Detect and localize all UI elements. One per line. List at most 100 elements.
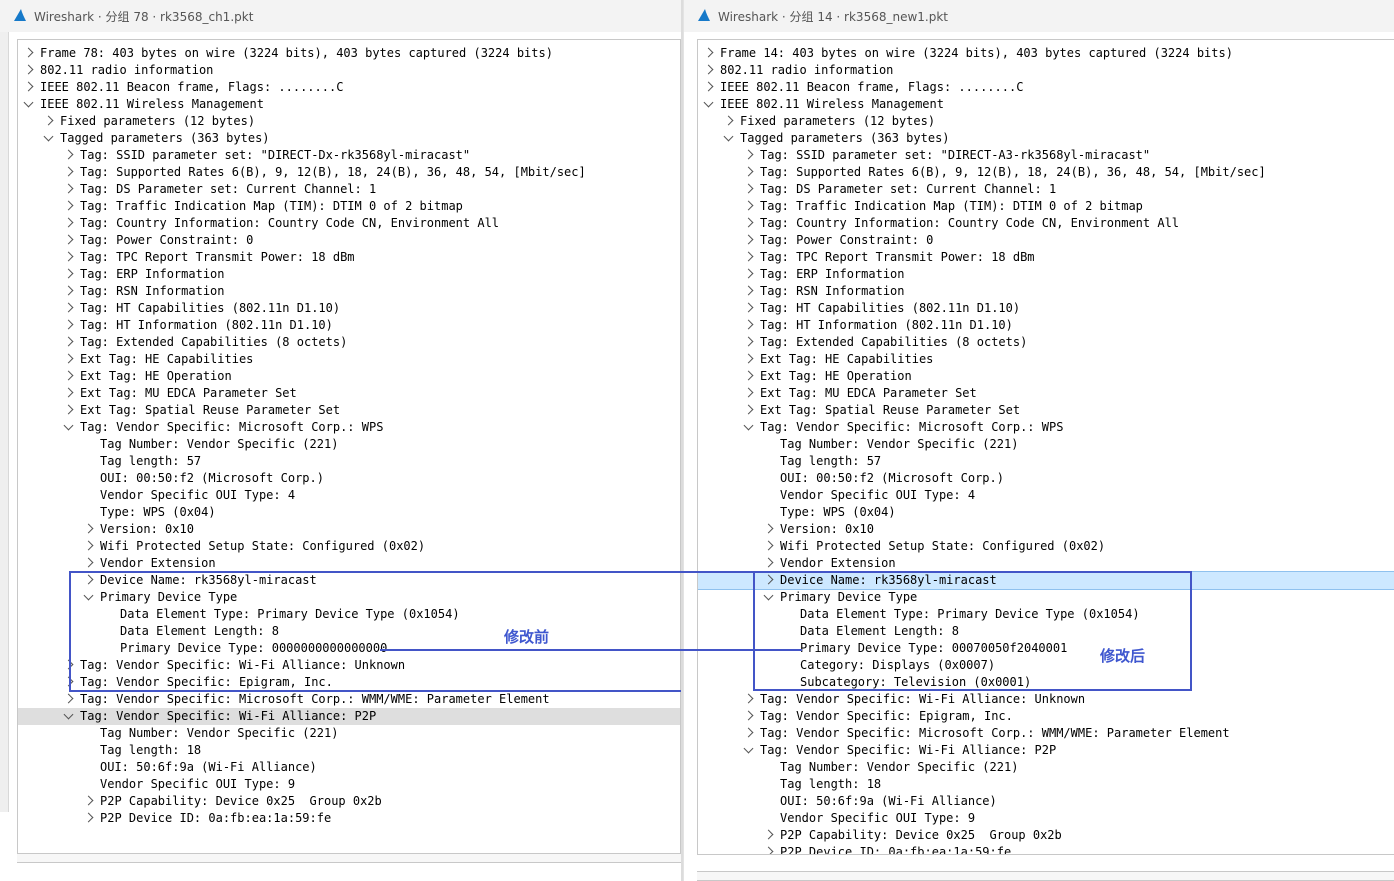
horizontal-scrollbar[interactable]	[17, 853, 681, 863]
tree-row[interactable]: Ext Tag: HE Capabilities	[698, 351, 1394, 368]
horizontal-scrollbar[interactable]	[697, 871, 1394, 881]
tree-row[interactable]: OUI: 50:6f:9a (Wi-Fi Alliance)	[18, 759, 680, 776]
tree-row[interactable]: OUI: 00:50:f2 (Microsoft Corp.)	[698, 470, 1394, 487]
chevron-right-icon[interactable]	[703, 81, 714, 92]
chevron-right-icon[interactable]	[763, 829, 774, 840]
chevron-right-icon[interactable]	[63, 234, 74, 245]
packet-details-tree[interactable]: Frame 78: 403 bytes on wire (3224 bits),…	[17, 39, 681, 855]
chevron-right-icon[interactable]	[63, 149, 74, 160]
tree-row[interactable]: Tag length: 57	[698, 453, 1394, 470]
tree-row[interactable]: Tag: Vendor Specific: Wi-Fi Alliance: Un…	[698, 691, 1394, 708]
chevron-right-icon[interactable]	[743, 404, 754, 415]
tree-row[interactable]: P2P Device ID: 0a:fb:ea:1a:59:fe	[698, 844, 1394, 854]
tree-row[interactable]: Tag: Vendor Specific: Microsoft Corp.: W…	[698, 419, 1394, 436]
chevron-right-icon[interactable]	[743, 353, 754, 364]
tree-row[interactable]: Ext Tag: MU EDCA Parameter Set	[18, 385, 680, 402]
tree-row[interactable]: Tag Number: Vendor Specific (221)	[698, 759, 1394, 776]
tree-row[interactable]: Tag: DS Parameter set: Current Channel: …	[698, 181, 1394, 198]
tree-row[interactable]: Tag: ERP Information	[18, 266, 680, 283]
tree-row[interactable]: Tag: DS Parameter set: Current Channel: …	[18, 181, 680, 198]
title-bar[interactable]: Wireshark · 分组 14 · rk3568_new1.pkt	[684, 0, 1394, 32]
tree-row[interactable]: Ext Tag: MU EDCA Parameter Set	[698, 385, 1394, 402]
chevron-right-icon[interactable]	[63, 285, 74, 296]
chevron-right-icon[interactable]	[743, 693, 754, 704]
tree-row[interactable]: Version: 0x10	[18, 521, 680, 538]
tree-row[interactable]: Tag: Extended Capabilities (8 octets)	[698, 334, 1394, 351]
tree-row[interactable]: Frame 78: 403 bytes on wire (3224 bits),…	[18, 45, 680, 62]
tree-row[interactable]: Vendor Specific OUI Type: 4	[18, 487, 680, 504]
tree-row[interactable]: Vendor Specific OUI Type: 9	[18, 776, 680, 793]
tree-row[interactable]: Frame 14: 403 bytes on wire (3224 bits),…	[698, 45, 1394, 62]
chevron-right-icon[interactable]	[23, 64, 34, 75]
tree-row[interactable]: Type: WPS (0x04)	[18, 504, 680, 521]
chevron-right-icon[interactable]	[743, 268, 754, 279]
tree-row[interactable]: Tag: Power Constraint: 0	[698, 232, 1394, 249]
tree-row[interactable]: Tag: Traffic Indication Map (TIM): DTIM …	[18, 198, 680, 215]
tree-row[interactable]: Tag: Vendor Specific: Epigram, Inc.	[698, 708, 1394, 725]
tree-row[interactable]: Vendor Specific OUI Type: 9	[698, 810, 1394, 827]
tree-row[interactable]: Tag: Vendor Specific: Wi-Fi Alliance: P2…	[18, 708, 680, 725]
tree-row[interactable]: OUI: 00:50:f2 (Microsoft Corp.)	[18, 470, 680, 487]
tree-row[interactable]: P2P Capability: Device 0x25 Group 0x2b	[698, 827, 1394, 844]
tree-row[interactable]: Type: WPS (0x04)	[698, 504, 1394, 521]
tree-row[interactable]: Ext Tag: Spatial Reuse Parameter Set	[698, 402, 1394, 419]
chevron-down-icon[interactable]	[723, 131, 734, 142]
chevron-right-icon[interactable]	[63, 370, 74, 381]
chevron-right-icon[interactable]	[743, 251, 754, 262]
tree-row[interactable]: IEEE 802.11 Wireless Management	[18, 96, 680, 113]
tree-row[interactable]: Fixed parameters (12 bytes)	[18, 113, 680, 130]
tree-row[interactable]: Tag: SSID parameter set: "DIRECT-Dx-rk35…	[18, 147, 680, 164]
title-bar[interactable]: Wireshark · 分组 78 · rk3568_ch1.pkt	[0, 0, 681, 32]
chevron-right-icon[interactable]	[743, 149, 754, 160]
chevron-right-icon[interactable]	[763, 846, 774, 854]
chevron-right-icon[interactable]	[63, 302, 74, 313]
chevron-right-icon[interactable]	[703, 64, 714, 75]
chevron-right-icon[interactable]	[63, 693, 74, 704]
chevron-right-icon[interactable]	[743, 234, 754, 245]
tree-row[interactable]: Vendor Extension	[18, 555, 680, 572]
chevron-right-icon[interactable]	[743, 166, 754, 177]
chevron-right-icon[interactable]	[743, 387, 754, 398]
tree-row[interactable]: Tag length: 57	[18, 453, 680, 470]
chevron-right-icon[interactable]	[743, 183, 754, 194]
chevron-down-icon[interactable]	[703, 97, 714, 108]
tree-row[interactable]: Tag: Supported Rates 6(B), 9, 12(B), 18,…	[698, 164, 1394, 181]
tree-row[interactable]: Vendor Extension	[698, 555, 1394, 572]
tree-row[interactable]: Ext Tag: HE Operation	[698, 368, 1394, 385]
chevron-right-icon[interactable]	[63, 183, 74, 194]
tree-row[interactable]: Tag: SSID parameter set: "DIRECT-A3-rk35…	[698, 147, 1394, 164]
chevron-down-icon[interactable]	[743, 743, 754, 754]
chevron-right-icon[interactable]	[63, 217, 74, 228]
chevron-right-icon[interactable]	[63, 404, 74, 415]
tree-row[interactable]: IEEE 802.11 Wireless Management	[698, 96, 1394, 113]
chevron-right-icon[interactable]	[23, 81, 34, 92]
tree-row[interactable]: Tag: Extended Capabilities (8 octets)	[18, 334, 680, 351]
chevron-down-icon[interactable]	[43, 131, 54, 142]
chevron-right-icon[interactable]	[83, 557, 94, 568]
tree-row[interactable]: Tag: Vendor Specific: Microsoft Corp.: W…	[698, 725, 1394, 742]
chevron-right-icon[interactable]	[743, 336, 754, 347]
chevron-right-icon[interactable]	[63, 319, 74, 330]
tree-row[interactable]: Tag: Power Constraint: 0	[18, 232, 680, 249]
chevron-right-icon[interactable]	[63, 251, 74, 262]
tree-row[interactable]: OUI: 50:6f:9a (Wi-Fi Alliance)	[698, 793, 1394, 810]
chevron-right-icon[interactable]	[63, 166, 74, 177]
chevron-right-icon[interactable]	[23, 47, 34, 58]
chevron-right-icon[interactable]	[763, 557, 774, 568]
tree-row[interactable]: Tag: Country Information: Country Code C…	[18, 215, 680, 232]
tree-row[interactable]: Ext Tag: HE Operation	[18, 368, 680, 385]
tree-row[interactable]: Ext Tag: Spatial Reuse Parameter Set	[18, 402, 680, 419]
tree-row[interactable]: Tag: HT Information (802.11n D1.10)	[698, 317, 1394, 334]
chevron-down-icon[interactable]	[63, 709, 74, 720]
tree-row[interactable]: Tag: TPC Report Transmit Power: 18 dBm	[18, 249, 680, 266]
tree-row[interactable]: Tag: Supported Rates 6(B), 9, 12(B), 18,…	[18, 164, 680, 181]
tree-row[interactable]: Tag: Traffic Indication Map (TIM): DTIM …	[698, 198, 1394, 215]
tree-row[interactable]: Ext Tag: HE Capabilities	[18, 351, 680, 368]
chevron-right-icon[interactable]	[63, 387, 74, 398]
chevron-right-icon[interactable]	[63, 353, 74, 364]
tree-row[interactable]: Tag Number: Vendor Specific (221)	[18, 436, 680, 453]
tree-row[interactable]: P2P Device ID: 0a:fb:ea:1a:59:fe	[18, 810, 680, 827]
tree-row[interactable]: IEEE 802.11 Beacon frame, Flags: .......…	[18, 79, 680, 96]
chevron-right-icon[interactable]	[743, 710, 754, 721]
chevron-right-icon[interactable]	[63, 200, 74, 211]
